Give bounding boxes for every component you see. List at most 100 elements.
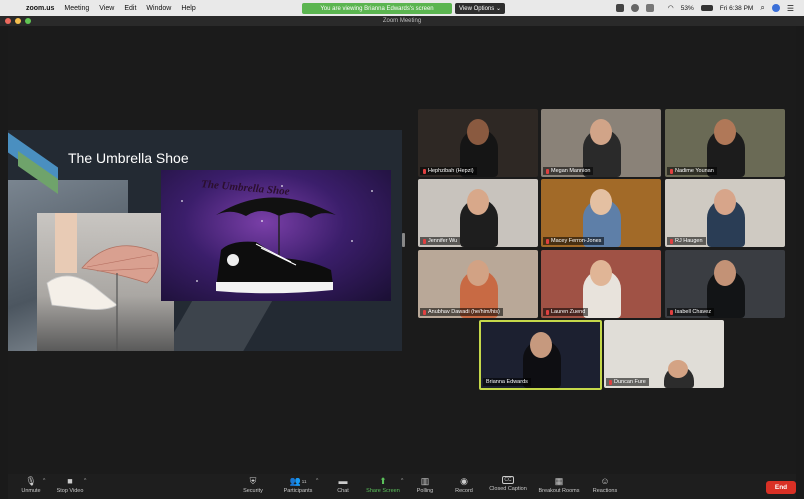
participant-face <box>590 260 612 286</box>
umbrella-shoe-photo <box>37 213 174 351</box>
participant-face <box>668 360 688 378</box>
video-tile[interactable]: Anubhav Dawadi (he/him/his) <box>418 250 538 318</box>
status-area: ◠ 53% Fri 6:38 PM ⌕ ☰ <box>615 0 794 16</box>
video-tile[interactable]: Lauren Zuend <box>541 250 661 318</box>
minimize-window-button[interactable] <box>15 18 21 24</box>
participants-count: 11 <box>301 478 307 484</box>
participant-name-label: Anubhav Dawadi (he/him/his) <box>420 308 503 316</box>
record-button[interactable]: ◉ Record <box>439 475 489 495</box>
menu-edit[interactable]: Edit <box>124 5 136 12</box>
battery-icon[interactable] <box>700 5 713 11</box>
participant-name: Brianna Edwards <box>486 379 528 385</box>
participant-name: Jennifer Wu <box>428 238 458 244</box>
breakout-grid-icon: ▦ <box>554 475 564 486</box>
clock[interactable]: Fri 6:38 PM <box>720 5 754 12</box>
spotlight-search-icon[interactable]: ⌕ <box>760 3 764 13</box>
muted-mic-icon <box>670 238 673 244</box>
video-tile[interactable]: Macey Ferron-Jones <box>541 179 661 247</box>
video-tile[interactable]: Jennifer Wu <box>418 179 538 247</box>
participant-name-label: Isabell Chavez <box>667 308 715 316</box>
participant-name: RJ Haugen <box>675 238 703 244</box>
record-label: Record <box>455 488 473 494</box>
security-button[interactable]: ⛨ Security <box>228 475 278 495</box>
reactions-label: Reactions <box>592 488 618 494</box>
share-screen-label: Share Screen <box>366 488 400 494</box>
participant-face <box>467 189 489 215</box>
notification-center-icon[interactable]: ☰ <box>787 4 794 13</box>
polling-label: Polling <box>416 488 434 494</box>
video-tile[interactable]: Nadime Younan <box>665 109 785 177</box>
video-camera-icon: ■ <box>67 476 73 486</box>
stop-video-button[interactable]: ■ Stop Video <box>45 476 95 494</box>
menu-window[interactable]: Window <box>146 5 171 12</box>
video-tile[interactable]: Hephzibah (Hepzi) <box>418 109 538 177</box>
participant-name-label: Megan Mannion <box>543 167 594 175</box>
participant-name: Nadime Younan <box>675 168 714 174</box>
breakout-rooms-button[interactable]: ▦ Breakout Rooms <box>534 475 584 495</box>
menu-meeting[interactable]: Meeting <box>64 5 89 12</box>
muted-mic-icon <box>423 168 426 174</box>
participant-name-label: Lauren Zuend <box>543 308 589 316</box>
menu-help[interactable]: Help <box>181 5 195 12</box>
participant-name-label: Duncan Fure <box>606 378 649 386</box>
security-label: Security <box>243 488 263 494</box>
bar-chart-icon: ▥ <box>420 475 430 486</box>
participant-face <box>714 260 736 286</box>
breakout-rooms-label: Breakout Rooms <box>538 488 580 494</box>
participant-name-label: Macey Ferron-Jones <box>543 237 605 245</box>
participant-face <box>590 119 612 145</box>
participant-name: Hephzibah (Hepzi) <box>428 168 474 174</box>
muted-mic-icon <box>670 309 673 315</box>
meeting-toolbar: 🎙 Unmute ^ ■ Stop Video ^ ⛨ Security 👥 11… <box>8 474 796 499</box>
shared-screen[interactable]: The Umbrella Shoe The Umbrella Shoe <box>8 130 402 351</box>
video-tile[interactable]: Isabell Chavez <box>665 250 785 318</box>
close-window-button[interactable] <box>5 18 11 24</box>
wifi-icon[interactable]: ◠ <box>668 4 674 12</box>
screen-share-banner: You are viewing Brianna Edwards's screen <box>302 3 452 14</box>
video-tile[interactable]: Megan Mannion <box>541 109 661 177</box>
zoom-window-button[interactable] <box>25 18 31 24</box>
shield-icon: ⛨ <box>249 475 257 486</box>
participant-face <box>714 189 736 215</box>
airplay-icon[interactable] <box>645 4 654 12</box>
window-title-bar: Zoom Meeting <box>0 16 804 26</box>
cc-icon: CC <box>502 476 514 484</box>
participant-name-label: Nadime Younan <box>667 167 717 175</box>
split-view-handle[interactable] <box>402 233 405 247</box>
participant-face <box>590 189 612 215</box>
sync-status-icon[interactable] <box>630 4 639 12</box>
muted-mic-icon <box>609 379 612 385</box>
slide-title: The Umbrella Shoe <box>68 150 189 166</box>
zoom-status-icon[interactable] <box>615 4 624 12</box>
stop-video-label: Stop Video <box>56 488 84 494</box>
chat-label: Chat <box>337 488 349 494</box>
participant-name: Isabell Chavez <box>675 309 712 315</box>
muted-microphone-icon: 🎙 <box>25 475 37 486</box>
umbrella-sneaker-illustration <box>216 197 336 294</box>
unmute-label: Unmute <box>21 488 41 494</box>
muted-mic-icon <box>670 168 673 174</box>
slide-accent-shape <box>163 300 273 351</box>
participant-face <box>467 119 489 145</box>
reactions-button[interactable]: ☺ Reactions <box>580 476 630 494</box>
menu-view[interactable]: View <box>99 5 114 12</box>
closed-caption-button[interactable]: CC Closed Caption <box>483 476 533 492</box>
end-meeting-button[interactable]: End <box>766 481 796 494</box>
chat-bubble-icon: ▬ <box>338 476 348 486</box>
share-screen-arrow-icon: ⬆ <box>379 475 387 486</box>
menu-app-name[interactable]: zoom.us <box>26 5 54 12</box>
video-options-caret[interactable]: ^ <box>84 478 86 484</box>
participant-name-label: RJ Haugen <box>667 237 706 245</box>
participant-face <box>530 332 552 358</box>
converse-umbrella-image: The Umbrella Shoe <box>161 170 391 301</box>
view-options-button[interactable]: View Options ⌄ <box>455 3 505 14</box>
video-tile[interactable]: Duncan Fure <box>604 320 724 388</box>
participant-name-label: Brianna Edwards <box>483 378 531 386</box>
smiley-icon: ☺ <box>600 476 610 486</box>
video-tile-active-speaker[interactable]: Brianna Edwards <box>479 320 602 390</box>
record-icon: ◉ <box>460 475 468 486</box>
siri-icon[interactable] <box>771 4 780 12</box>
battery-percent[interactable]: 53% <box>681 5 694 12</box>
closed-caption-label: Closed Caption <box>489 486 527 492</box>
video-tile[interactable]: RJ Haugen <box>665 179 785 247</box>
